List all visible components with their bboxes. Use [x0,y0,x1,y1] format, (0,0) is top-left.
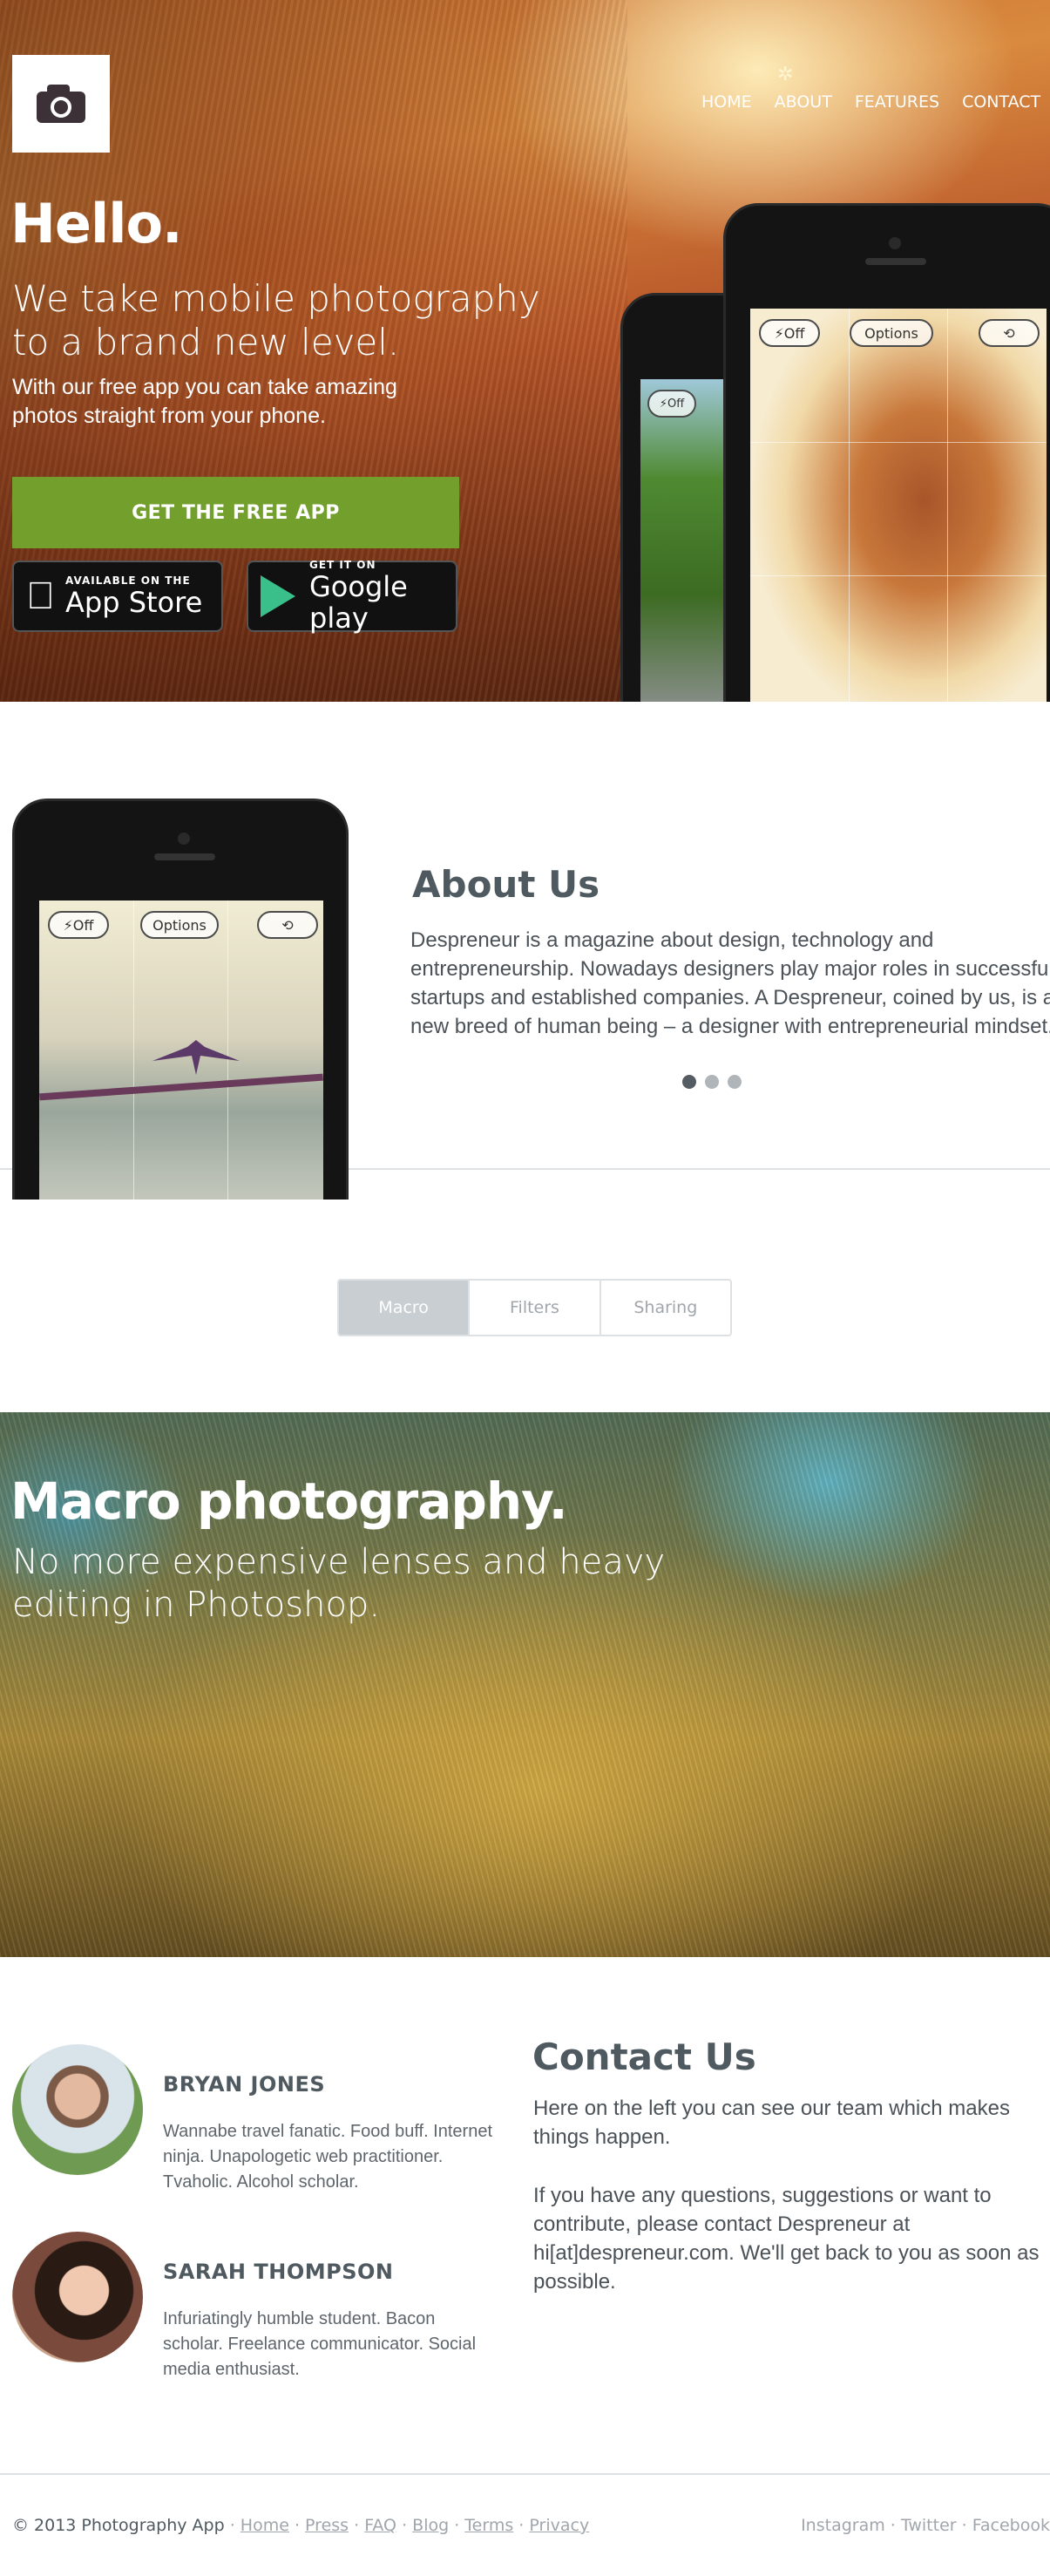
avatar-sarah-thompson [12,2232,143,2362]
nav-contact[interactable]: CONTACT [962,92,1040,112]
about-title: About Us [412,863,600,906]
app-store-small-label: AVAILABLE ON THE [37,574,190,587]
hero-section: ✲ HOME ABOUT FEATURES CONTACT Hello. We … [0,0,1050,702]
flash-label: Off [783,324,805,342]
footer-link-terms[interactable]: Terms [464,2516,513,2535]
footer-separator: · [294,2516,306,2535]
feature-tabs: Macro Filters Sharing [337,1279,732,1336]
hero-subtitle: We take mobile photography to a brand ne… [12,277,540,364]
team-member-bio: Wannabe travel fanatic. Food buff. Inter… [163,2122,493,2192]
footer-separator: · [454,2516,465,2535]
apple-icon:  [26,577,55,615]
contact-paragraph-2: If you have any questions, suggestions o… [533,2184,1040,2294]
google-play-icon [261,575,295,617]
team-member-bio: Infuriatingly humble student. Bacon scho… [163,2309,477,2379]
macro-title: Macro photography. [10,1472,568,1531]
phone-speaker [154,853,215,860]
phone-mockup-front: ⚡ Off Options ⟲ [723,203,1050,702]
flash-toggle[interactable]: ⚡ Off [48,911,109,939]
footer-separator: · [518,2516,530,2535]
google-play-button[interactable]: GET IT ON Google play [247,559,457,635]
main-nav: HOME ABOUT FEATURES CONTACT [701,92,1050,112]
footer-link-twitter[interactable]: Twitter [901,2516,957,2535]
phone-screen-bird: ⚡ Off Options ⟲ [39,901,323,1200]
team-member-name: SARAH THOMPSON [163,2260,394,2284]
footer-left: © 2013 Photography App · Home · Press · … [12,2516,589,2535]
nav-about[interactable]: ABOUT [775,92,832,112]
footer-link-faq[interactable]: FAQ [364,2516,396,2535]
hero-title: Hello. [10,192,183,255]
carousel-dot-3[interactable] [728,1075,742,1089]
flash-icon: ⚡ [63,916,73,934]
phone-mockup-about: ⚡ Off Options ⟲ [12,799,349,1200]
get-free-app-button[interactable]: GET THE FREE APP [12,477,459,548]
team-member-name: BRYAN JONES [163,2072,326,2097]
footer-separator: · [402,2516,413,2535]
app-store-label: App Store [37,586,202,619]
nav-features[interactable]: FEATURES [855,92,939,112]
footer-separator: · [229,2516,240,2535]
switch-camera-icon: ⟲ [1003,324,1015,342]
phone-camera [178,833,190,845]
footer-link-instagram[interactable]: Instagram [801,2516,885,2535]
footer-social: Instagram · Twitter · Facebook [801,2516,1050,2535]
carousel-dot-1[interactable] [682,1075,696,1089]
nav-home[interactable]: HOME [701,92,752,112]
contact-title: Contact Us [532,2036,756,2078]
footer-link-privacy[interactable]: Privacy [529,2516,589,2535]
switch-camera-icon: ⟲ [281,916,294,934]
sparkle-icon: ✲ [777,63,794,85]
avatar-bryan-jones [12,2044,143,2175]
footer-separator: · [354,2516,365,2535]
macro-subtitle: No more expensive lenses and heavy editi… [12,1542,666,1625]
flash-icon: ⚡ [659,397,667,411]
logo[interactable] [12,55,110,153]
switch-camera-button[interactable]: ⟲ [979,319,1040,347]
options-button[interactable]: Options [850,319,933,347]
footer-link-blog[interactable]: Blog [412,2516,449,2535]
app-store-button[interactable]:  AVAILABLE ON THE App Store [12,561,223,632]
copyright: © 2013 Photography App [12,2516,225,2535]
google-play-small-label: GET IT ON [309,559,376,571]
footer-link-facebook[interactable]: Facebook [972,2516,1050,2535]
flash-icon: ⚡ [774,324,784,342]
footer-divider [0,2473,1050,2475]
tab-filters[interactable]: Filters [470,1281,601,1335]
carousel-dot-2[interactable] [705,1075,719,1089]
about-text: Despreneur is a magazine about design, t… [410,928,1050,1038]
flash-toggle[interactable]: ⚡ Off [759,319,820,347]
footer-link-home[interactable]: Home [240,2516,289,2535]
options-button[interactable]: Options [140,911,219,939]
bird-silhouette [152,1040,240,1075]
tab-macro[interactable]: Macro [339,1281,471,1335]
flash-label: Off [667,397,685,411]
contact-paragraph-1: Here on the left you can see our team wh… [533,2097,1010,2149]
phone-speaker [865,258,926,265]
footer-link-press[interactable]: Press [305,2516,349,2535]
switch-camera-button[interactable]: ⟲ [257,911,318,939]
rope [39,1073,323,1101]
macro-section: Macro photography. No more expensive len… [0,1412,1050,1957]
phone-screen-portrait: ⚡ Off Options ⟲ [750,309,1047,702]
google-play-label: Google play [309,570,408,635]
camera-icon [37,85,85,123]
carousel-dots [682,1075,742,1089]
hero-description: With our free app you can take amazing p… [12,375,397,428]
phone-camera [889,237,901,249]
flash-toggle[interactable]: ⚡ Off [647,390,696,418]
footer-separator: · [890,2516,901,2535]
flash-label: Off [72,916,94,934]
tab-sharing[interactable]: Sharing [600,1281,730,1335]
footer-separator: · [961,2516,972,2535]
